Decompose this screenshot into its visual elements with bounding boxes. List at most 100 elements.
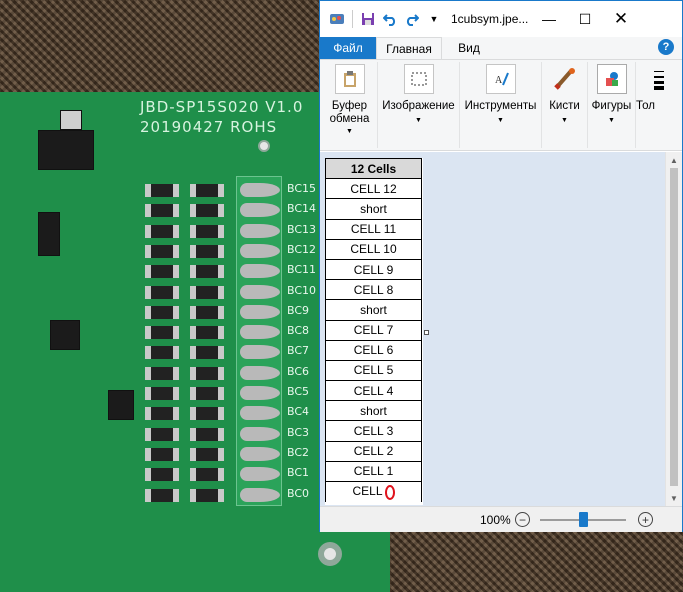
table-cell: short <box>325 400 422 422</box>
pcb-terminal-label: BC0 <box>287 486 310 500</box>
tab-view[interactable]: Вид <box>442 37 496 59</box>
group-thickness[interactable]: Тол <box>636 62 676 148</box>
group-thickness-label: Тол <box>636 100 655 112</box>
smd-resistor <box>190 346 224 360</box>
group-shapes[interactable]: Фигуры ▼ <box>588 62 636 148</box>
cell-label: CELL 9 <box>353 262 394 277</box>
table-cell: CELL 4 <box>325 380 422 402</box>
pcb-terminal-label: BC15 <box>287 182 317 195</box>
scroll-down-icon[interactable]: ▼ <box>666 490 682 506</box>
scroll-thumb[interactable] <box>670 168 678 486</box>
smd-resistor <box>145 447 179 461</box>
group-brushes-label: Кисти <box>549 100 580 112</box>
title-separator <box>352 10 353 28</box>
solder-pad <box>240 386 280 400</box>
group-clipboard[interactable]: Буфер обмена ▼ <box>322 62 378 148</box>
vertical-scrollbar[interactable]: ▲ ▼ <box>665 152 682 506</box>
close-icon[interactable]: ✕ <box>603 1 639 37</box>
pcb-silk-date: 20190427 ROHS <box>140 118 278 136</box>
tab-home[interactable]: Главная <box>376 37 442 59</box>
tools-icon: A <box>485 64 516 94</box>
ribbon-tabs: Файл Главная Вид ? <box>320 37 682 59</box>
group-image[interactable]: Изображение ▼ <box>378 62 460 148</box>
canvas-area[interactable]: 12 Cells CELL 12 short CELL 11 CELL 10 CELL … <box>320 152 682 506</box>
smd-resistor <box>145 407 179 421</box>
cell-label: short <box>360 201 387 216</box>
table-row: CELL 12 <box>325 178 422 200</box>
table-row: CELL 2 <box>325 440 422 462</box>
solder-pad <box>240 223 280 238</box>
table-cell: CELL 1 <box>325 460 422 483</box>
smd-resistor <box>145 346 179 360</box>
maximize-icon[interactable]: ☐ <box>567 1 603 37</box>
group-shapes-label: Фигуры <box>591 100 632 112</box>
smd-resistor <box>145 366 179 380</box>
pcb-terminal-label: BC13 <box>287 222 317 236</box>
table-row: CELL 3 <box>325 420 422 442</box>
group-tools[interactable]: A Инструменты ▼ <box>460 62 542 148</box>
table-cell: short <box>325 299 422 321</box>
cell-label: CELL 8 <box>353 282 394 297</box>
regulator-chip <box>38 130 94 170</box>
table-row: short <box>325 299 422 321</box>
smd-resistor <box>145 265 179 279</box>
smd-resistor <box>190 224 224 238</box>
chevron-down-icon: ▼ <box>497 117 504 124</box>
cell-label: CELL 10 <box>350 242 397 257</box>
save-icon[interactable] <box>357 8 379 30</box>
pcb-terminal-label: BC8 <box>287 324 310 338</box>
smd-resistor <box>190 427 224 441</box>
clipboard-icon <box>334 64 365 94</box>
undo-icon[interactable] <box>379 8 401 30</box>
cells-table: 12 Cells CELL 12 short CELL 11 CELL 10 CELL … <box>325 157 422 502</box>
zoom-level: 100% <box>480 513 511 527</box>
select-icon <box>403 64 434 94</box>
smd-resistor <box>145 488 179 502</box>
table-row: CELL 8 <box>325 279 422 301</box>
zoom-out-button[interactable]: − <box>515 512 530 527</box>
minimize-icon[interactable]: — <box>531 1 567 37</box>
table-cell: CELL 8 <box>325 279 422 301</box>
table-row: short <box>325 198 422 220</box>
pcb-terminal-label: BC10 <box>287 283 317 297</box>
table-cell: CELL 12 <box>325 178 422 200</box>
table-cell: CELL 7 <box>325 319 422 341</box>
smd-resistor <box>190 244 224 258</box>
solder-pad <box>240 426 280 441</box>
solder-pad <box>240 487 280 502</box>
chevron-down-icon: ▼ <box>608 117 615 124</box>
group-clipboard-label-1: Буфер <box>331 100 368 112</box>
cell-label: short <box>360 302 387 317</box>
customize-dropdown-icon[interactable]: ▼ <box>423 8 445 30</box>
smd-resistor <box>190 285 224 299</box>
smd-resistor <box>145 224 179 238</box>
paint-app-icon[interactable] <box>326 8 348 30</box>
tab-file[interactable]: Файл <box>320 37 376 59</box>
solder-pad <box>240 365 280 380</box>
table-row: CELL 9 <box>325 258 422 281</box>
smd-resistor <box>190 326 224 340</box>
table-cell: CELL 3 <box>325 420 422 442</box>
pcb-terminal-label: BC12 <box>287 242 317 256</box>
zoom-slider-thumb[interactable] <box>579 512 588 527</box>
zoom-in-button[interactable]: + <box>638 512 653 527</box>
help-icon[interactable]: ? <box>658 39 674 55</box>
group-brushes[interactable]: Кисти ▼ <box>542 62 588 148</box>
smd-resistor <box>145 244 179 258</box>
resize-handle[interactable] <box>424 330 429 335</box>
thickness-icon <box>644 64 674 94</box>
image-canvas[interactable]: 12 Cells CELL 12 short CELL 11 CELL 10 CELL … <box>325 157 423 505</box>
brush-icon <box>550 64 580 94</box>
table-cell: short <box>325 198 422 220</box>
scroll-up-icon[interactable]: ▲ <box>666 152 682 168</box>
solder-pad <box>240 304 280 319</box>
table-row: CELL 7 <box>325 319 422 341</box>
solder-pad <box>240 284 280 299</box>
table-row: CELL 6 <box>325 339 422 361</box>
redo-icon[interactable] <box>401 8 423 30</box>
cell-label: CELL 12 <box>350 181 397 196</box>
svg-text:A: A <box>495 75 503 86</box>
mosfet-chip-2 <box>108 390 134 420</box>
smd-resistor <box>145 184 179 197</box>
solder-pad <box>240 325 280 340</box>
